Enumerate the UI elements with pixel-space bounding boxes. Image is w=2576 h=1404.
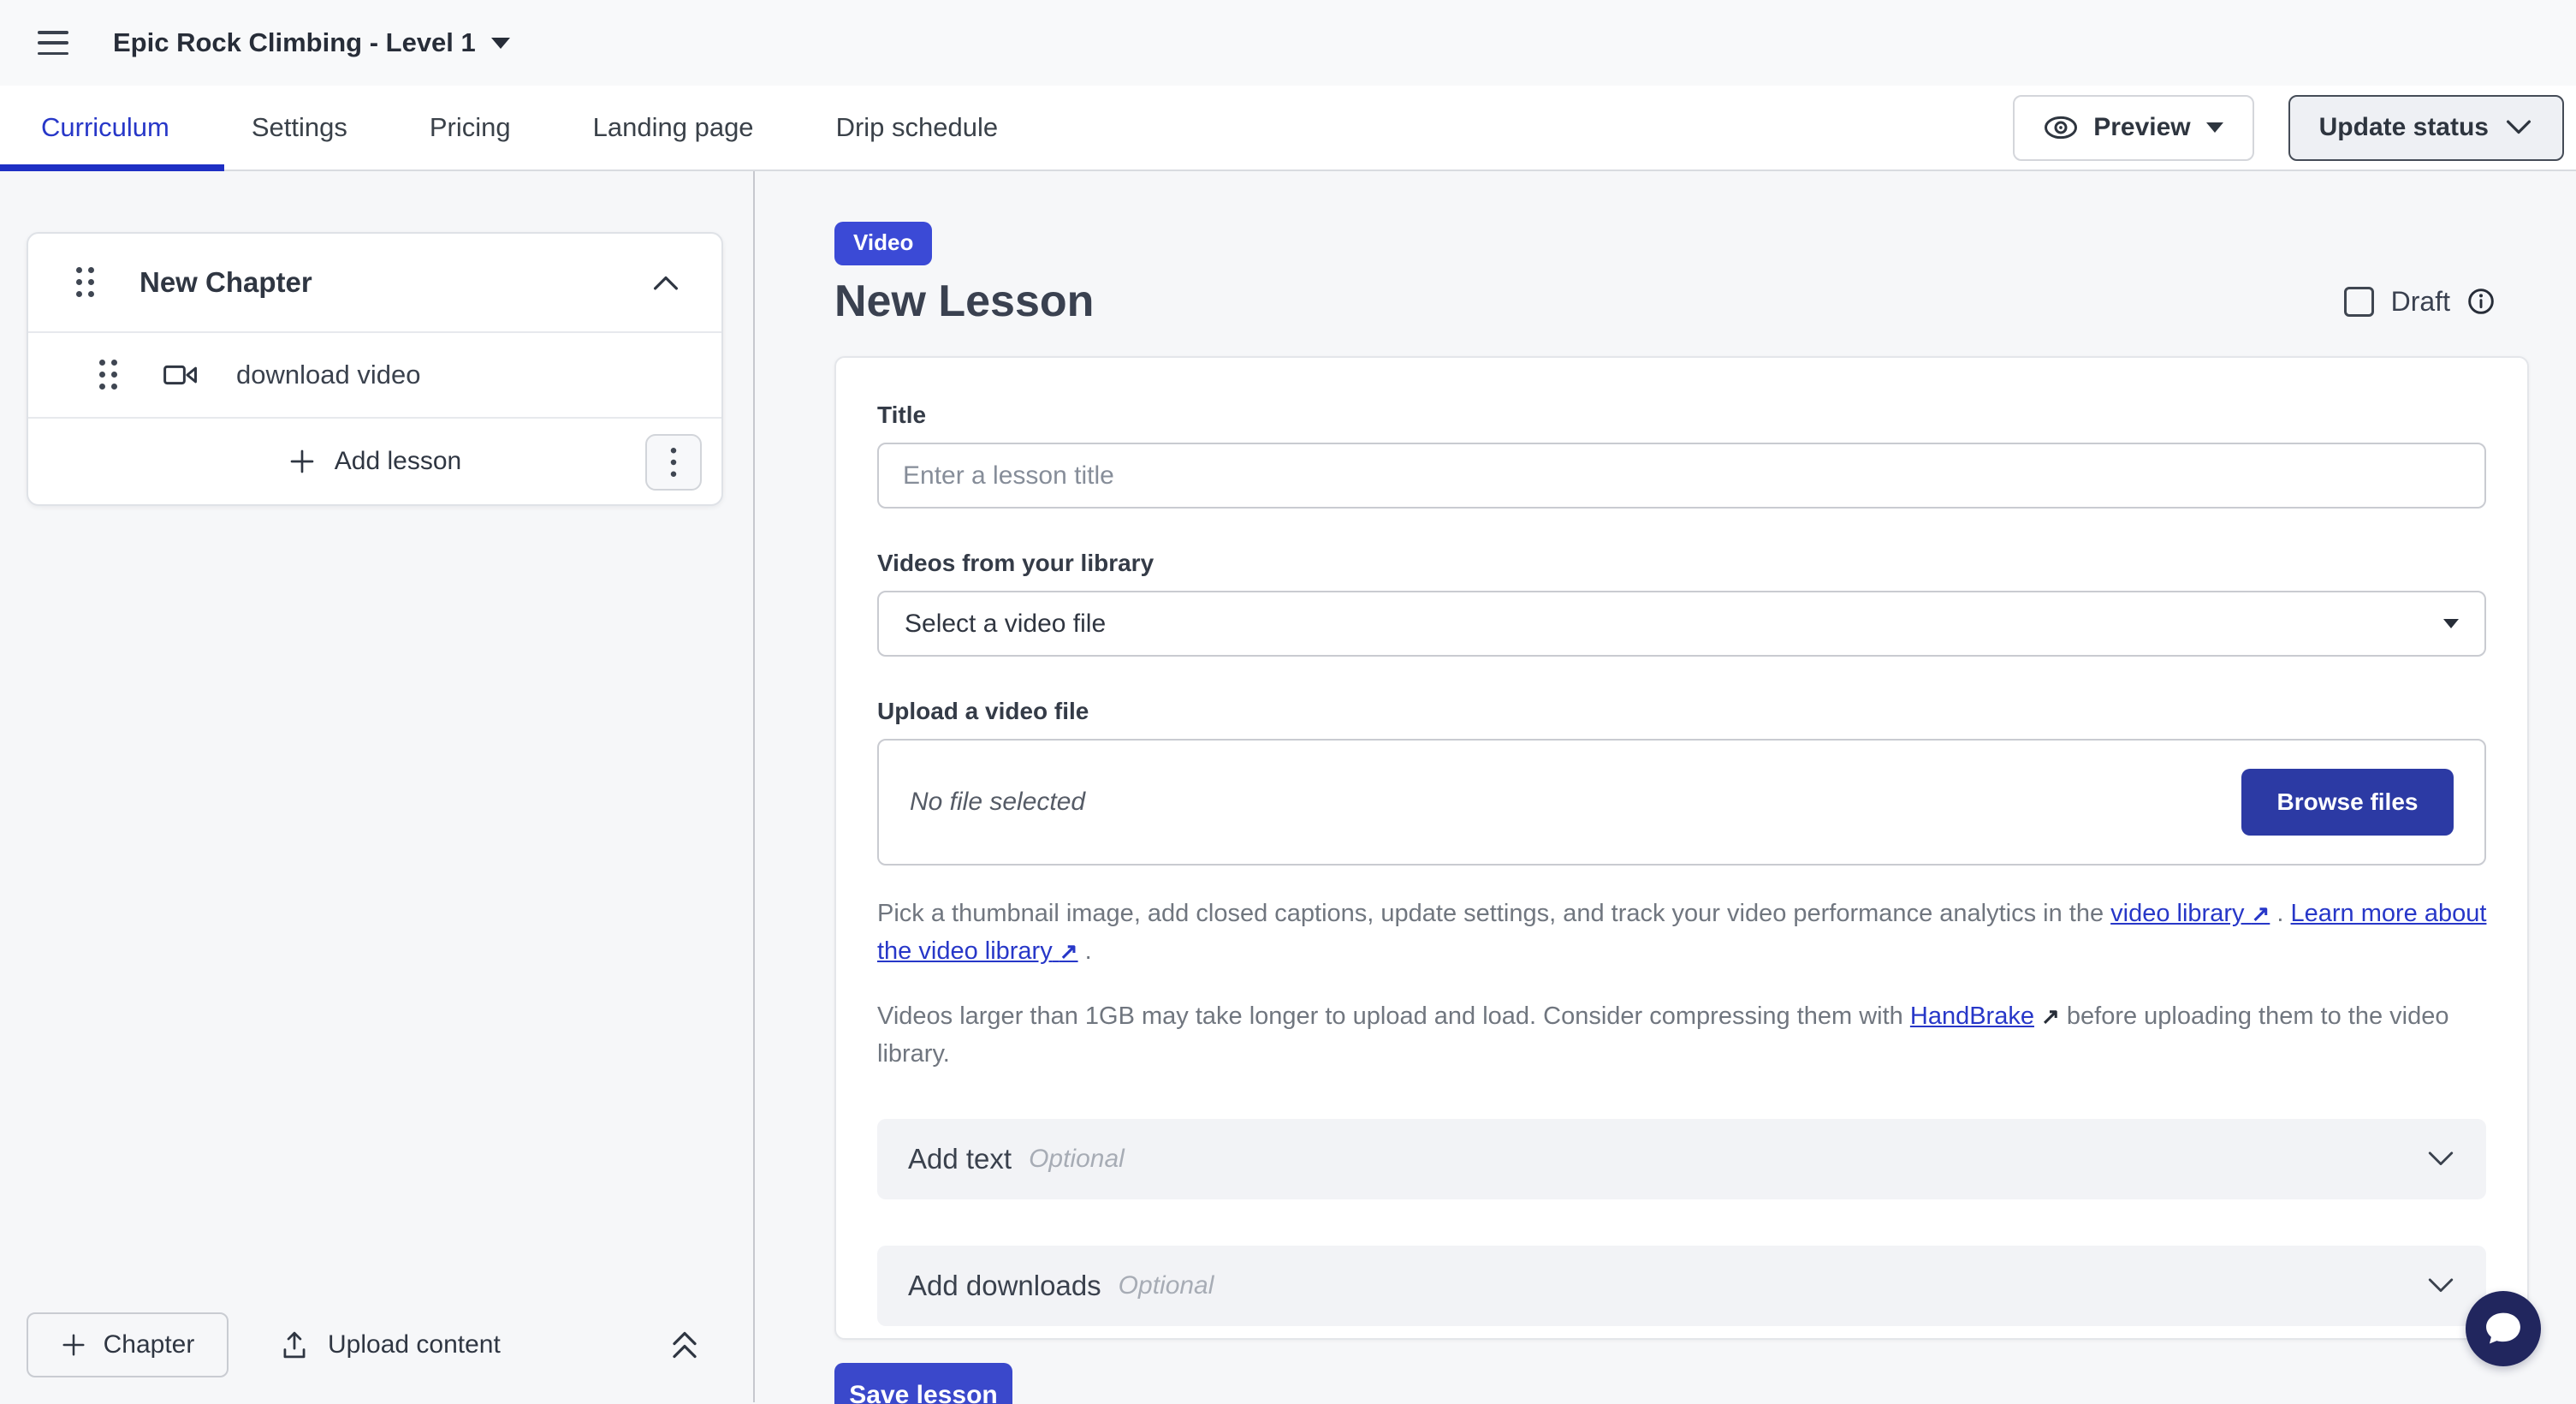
add-downloads-section[interactable]: Add downloads Optional [877, 1246, 2486, 1326]
page-title: New Lesson [834, 276, 1094, 327]
add-text-label: Add text [908, 1143, 1012, 1175]
chat-widget-button[interactable] [2466, 1291, 2541, 1366]
title-field-label: Title [877, 402, 2486, 429]
lesson-title: download video [236, 360, 420, 390]
tabs: Curriculum Settings Pricing Landing page… [41, 112, 998, 143]
plus-icon [61, 1332, 86, 1358]
save-lesson-button[interactable]: Save lesson [834, 1363, 1012, 1404]
chapter-footer: Add lesson [28, 417, 721, 504]
tab-actions: Preview Update status [2013, 95, 2564, 161]
app-header: Epic Rock Climbing - Level 1 [0, 0, 2576, 86]
handbrake-link[interactable]: HandBrake [1910, 1002, 2034, 1030]
lesson-type-badge: Video [834, 222, 932, 265]
kebab-menu-icon [669, 446, 678, 479]
upload-icon [280, 1330, 309, 1360]
preview-button[interactable]: Preview [2013, 95, 2253, 161]
external-link-icon: ↗ [2041, 997, 2060, 1035]
chapter-title: New Chapter [139, 266, 312, 299]
tab-drip-schedule[interactable]: Drip schedule [836, 112, 999, 143]
active-tab-underline [0, 164, 224, 171]
caret-down-icon [491, 38, 510, 49]
tab-landing-page[interactable]: Landing page [593, 112, 754, 143]
chat-bubble-icon [2481, 1306, 2526, 1351]
upload-field-label: Upload a video file [877, 698, 2486, 725]
video-library-select[interactable]: Select a video file [877, 591, 2486, 657]
draft-checkbox[interactable] [2344, 287, 2374, 317]
lesson-form-card: Title Videos from your library Select a … [834, 356, 2529, 1340]
tab-curriculum[interactable]: Curriculum [41, 112, 169, 143]
select-caret-icon [2443, 619, 2459, 628]
video-library-help-text: Pick a thumbnail image, add closed capti… [877, 895, 2490, 970]
chapter-card: New Chapter download video [27, 232, 723, 506]
tab-settings[interactable]: Settings [252, 112, 347, 143]
add-chapter-label: Chapter [104, 1330, 195, 1359]
video-library-link[interactable]: video library ↗ [2110, 900, 2270, 927]
chapter-menu-button[interactable] [645, 434, 702, 491]
chevron-down-icon [2426, 1149, 2455, 1169]
compression-help-text: Videos larger than 1GB may take longer t… [877, 997, 2490, 1073]
optional-label: Optional [1119, 1271, 1214, 1300]
chevron-down-icon [2504, 118, 2533, 137]
drag-handle-icon[interactable] [76, 267, 95, 298]
eye-icon [2044, 116, 2078, 140]
external-link-icon: ↗ [1059, 938, 1078, 964]
no-file-text: No file selected [910, 788, 1085, 817]
update-status-label: Update status [2319, 113, 2489, 142]
video-library-selected-value: Select a video file [905, 610, 1106, 639]
collapse-all-button[interactable] [669, 1328, 700, 1362]
plus-icon [288, 448, 316, 475]
browse-files-button[interactable]: Browse files [2241, 769, 2454, 836]
draft-toggle-group: Draft [2344, 286, 2495, 318]
course-title-dropdown[interactable]: Epic Rock Climbing - Level 1 [113, 27, 510, 58]
file-upload-box: No file selected Browse files [877, 739, 2486, 866]
add-lesson-button[interactable]: Add lesson [288, 447, 461, 476]
hamburger-menu-icon[interactable] [38, 31, 68, 55]
update-status-button[interactable]: Update status [2288, 95, 2564, 161]
tab-bar: Curriculum Settings Pricing Landing page… [0, 86, 2576, 171]
preview-label: Preview [2093, 113, 2190, 142]
lesson-item[interactable]: download video [28, 331, 721, 417]
draft-label: Draft [2391, 286, 2450, 318]
add-lesson-label: Add lesson [335, 447, 461, 476]
external-link-icon: ↗ [2252, 901, 2270, 926]
drag-handle-icon[interactable] [99, 360, 118, 390]
chevron-down-icon [2426, 1276, 2455, 1296]
chapter-header[interactable]: New Chapter [28, 234, 721, 331]
chevron-up-icon[interactable] [651, 273, 680, 292]
chevrons-up-icon [669, 1328, 700, 1362]
add-text-section[interactable]: Add text Optional [877, 1119, 2486, 1199]
sidebar-footer: Chapter Upload content [0, 1308, 751, 1402]
optional-label: Optional [1029, 1145, 1125, 1174]
tab-pricing[interactable]: Pricing [430, 112, 511, 143]
lesson-editor: Video New Lesson Draft Title Videos from… [755, 171, 2576, 1402]
library-field-label: Videos from your library [877, 550, 2486, 577]
info-icon[interactable] [2467, 288, 2495, 315]
upload-content-button[interactable]: Upload content [280, 1330, 501, 1360]
add-chapter-button[interactable]: Chapter [27, 1312, 229, 1377]
video-camera-icon [163, 361, 199, 389]
lesson-title-input[interactable] [877, 443, 2486, 509]
course-title: Epic Rock Climbing - Level 1 [113, 27, 476, 58]
upload-content-label: Upload content [328, 1330, 501, 1359]
curriculum-sidebar: New Chapter download video [0, 171, 755, 1402]
add-downloads-label: Add downloads [908, 1270, 1101, 1302]
caret-down-icon [2206, 122, 2223, 133]
